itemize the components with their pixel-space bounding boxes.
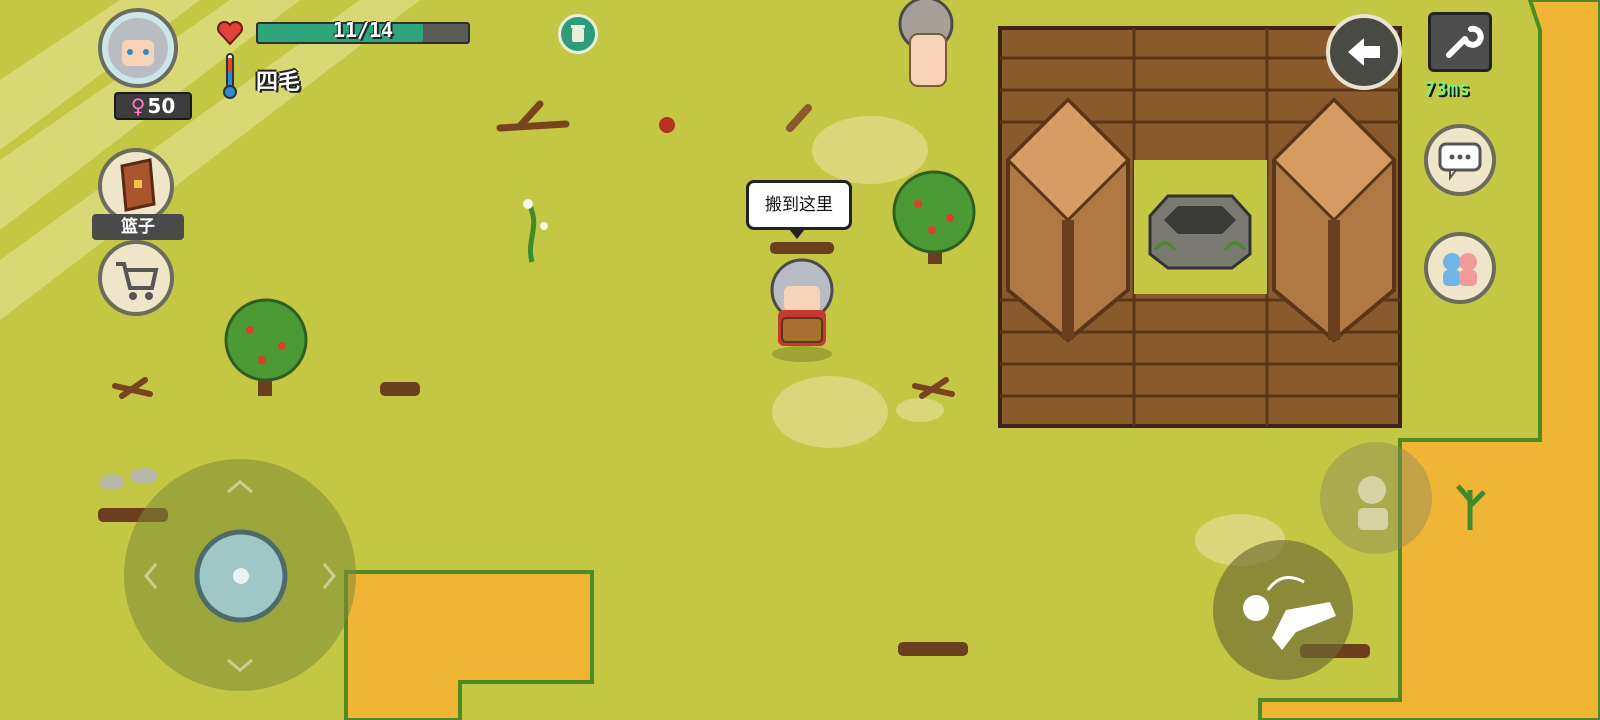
pick-up-button[interactable] bbox=[1213, 540, 1353, 680]
back-arrow-icon bbox=[1348, 38, 1380, 66]
back-button[interactable] bbox=[1326, 14, 1402, 90]
female-icon: ♀ bbox=[130, 94, 146, 118]
trash-button[interactable] bbox=[558, 14, 598, 54]
shop-button[interactable] bbox=[98, 240, 174, 316]
player-avatar[interactable] bbox=[98, 8, 178, 88]
red-berry[interactable] bbox=[659, 117, 675, 133]
held-item-label: 篮子 bbox=[92, 214, 184, 240]
log-pile[interactable] bbox=[770, 242, 834, 254]
log-pile[interactable] bbox=[898, 642, 968, 656]
wrench-icon bbox=[1446, 25, 1484, 58]
family-button[interactable] bbox=[1424, 232, 1496, 304]
age-badge: ♀ 50 bbox=[114, 92, 192, 120]
settings-button[interactable] bbox=[1428, 12, 1492, 72]
speech-bubble: 搬到这里 bbox=[746, 180, 852, 239]
shopping-cart-icon bbox=[116, 262, 159, 300]
ping-indicator: 73ms bbox=[1424, 78, 1470, 100]
age-value: 50 bbox=[147, 94, 176, 118]
family-icon bbox=[1443, 253, 1477, 286]
player-name: 四毛 bbox=[256, 70, 301, 95]
wooden-house[interactable] bbox=[998, 26, 1402, 428]
drop-item-button[interactable] bbox=[1320, 442, 1432, 554]
heart-icon bbox=[216, 20, 244, 46]
health-bar: 11/14 bbox=[256, 18, 470, 44]
chat-bubble-icon bbox=[1438, 142, 1482, 181]
stone-well[interactable] bbox=[1148, 194, 1252, 270]
game-world[interactable] bbox=[0, 0, 1600, 720]
held-item-button[interactable] bbox=[98, 148, 174, 224]
virtual-joystick[interactable] bbox=[124, 459, 356, 691]
thermometer-icon bbox=[223, 53, 237, 99]
avatar-portrait bbox=[108, 18, 168, 78]
log-pile[interactable] bbox=[380, 382, 420, 396]
health-text: 11/14 bbox=[332, 18, 394, 42]
basket-icon bbox=[120, 158, 156, 212]
chat-button[interactable] bbox=[1424, 124, 1496, 196]
trash-icon bbox=[571, 25, 585, 42]
